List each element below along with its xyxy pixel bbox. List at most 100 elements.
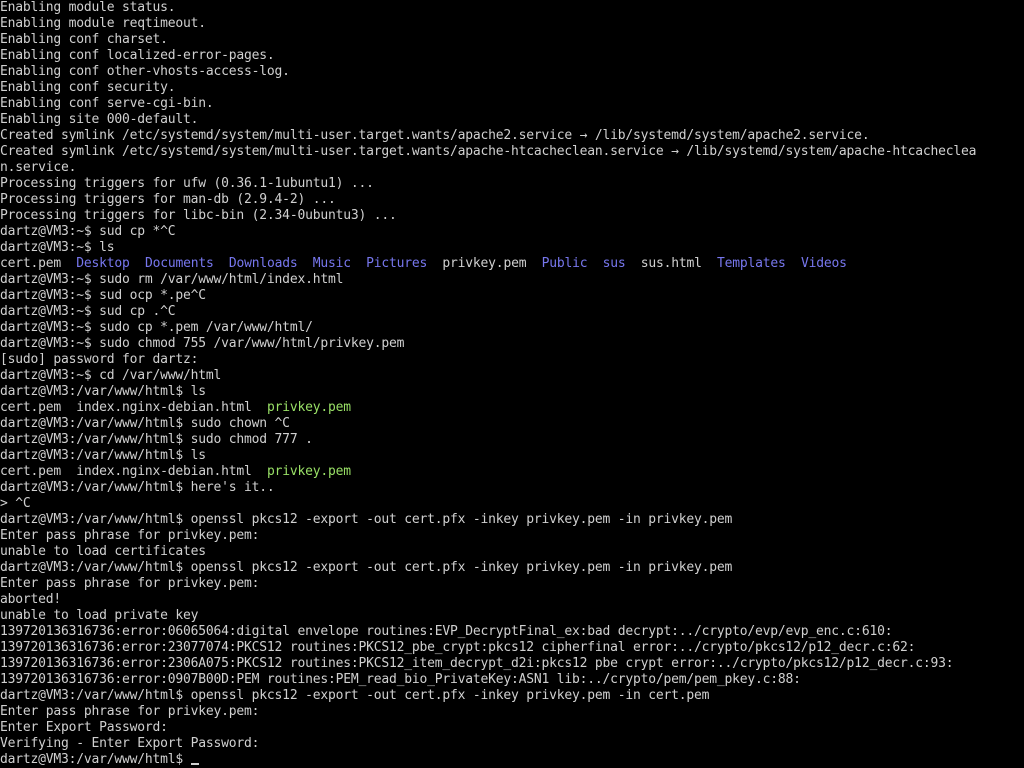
terminal-line: dartz@VM3:/var/www/html$ (0, 752, 1024, 768)
terminal-line: dartz@VM3:~$ ls (0, 240, 1024, 256)
terminal-line: dartz@VM3:~$ cd /var/www/html (0, 368, 1024, 384)
terminal-text: aborted! (0, 592, 62, 607)
terminal-text: Created symlink /etc/systemd/system/mult… (0, 144, 977, 159)
terminal-text: Enter pass phrase for privkey.pem: (0, 704, 260, 719)
terminal-line: dartz@VM3:~$ sudo chmod 755 /var/www/htm… (0, 336, 1024, 352)
terminal-text: Enter pass phrase for privkey.pem: (0, 528, 260, 543)
terminal-text: dartz@VM3:~$ cd /var/www/html (0, 368, 222, 383)
terminal-line: dartz@VM3:/var/www/html$ ls (0, 448, 1024, 464)
terminal-text: privkey.pem (427, 256, 542, 271)
terminal-text: dartz@VM3:/var/www/html$ sudo chmod 777 … (0, 432, 313, 447)
terminal-line: dartz@VM3:~$ sud cp .^C (0, 304, 1024, 320)
terminal-line: Enabling module reqtimeout. (0, 16, 1024, 32)
terminal-text: dartz@VM3:/var/www/html$ openssl pkcs12 … (0, 560, 733, 575)
terminal-text: dartz@VM3:/var/www/html$ ls (0, 448, 206, 463)
directory-name: Templates (717, 256, 786, 271)
terminal-line: Processing triggers for libc-bin (2.34-0… (0, 208, 1024, 224)
executable-file-name: privkey.pem (266, 400, 351, 415)
terminal-line: cert.pem index.nginx-debian.html privkey… (0, 464, 1024, 480)
terminal-text: Processing triggers for man-db (2.9.4-2)… (0, 192, 336, 207)
directory-name: Videos (800, 256, 847, 271)
terminal-text: 139720136316736:error:2306A075:PKCS12 ro… (0, 656, 954, 671)
terminal-line: Enter pass phrase for privkey.pem: (0, 528, 1024, 544)
terminal-text: dartz@VM3:~$ sud cp .^C (0, 304, 176, 319)
terminal-line: Enabling conf serve-cgi-bin. (0, 96, 1024, 112)
terminal-text: dartz@VM3:~$ ls (0, 240, 115, 255)
terminal-line: Verifying - Enter Export Password: (0, 736, 1024, 752)
terminal-line: dartz@VM3:~$ sud ocp *.pe^C (0, 288, 1024, 304)
terminal-text: Enabling module reqtimeout. (0, 16, 206, 31)
terminal-text: dartz@VM3:/var/www/html$ sudo chown ^C (0, 416, 290, 431)
terminal-line: dartz@VM3:~$ sud cp *^C (0, 224, 1024, 240)
terminal-line: Enabling conf other-vhosts-access-log. (0, 64, 1024, 80)
terminal-text: Enabling conf other-vhosts-access-log. (0, 64, 290, 79)
terminal-line: 139720136316736:error:2306A075:PKCS12 ro… (0, 656, 1024, 672)
terminal-text: dartz@VM3:~$ sudo chmod 755 /var/www/htm… (0, 336, 405, 351)
terminal-line: Enabling site 000-default. (0, 112, 1024, 128)
terminal-text: dartz@VM3:/var/www/html$ (0, 752, 191, 767)
terminal-line: dartz@VM3:/var/www/html$ here's it.. (0, 480, 1024, 496)
terminal-line: cert.pem Desktop Documents Downloads Mus… (0, 256, 1024, 272)
terminal-line: > ^C (0, 496, 1024, 512)
terminal-text: unable to load certificates (0, 544, 206, 559)
terminal-line: dartz@VM3:~$ sudo cp *.pem /var/www/html… (0, 320, 1024, 336)
terminal-line: Enabling conf security. (0, 80, 1024, 96)
terminal-line: dartz@VM3:/var/www/html$ openssl pkcs12 … (0, 560, 1024, 576)
terminal-text: dartz@VM3:/var/www/html$ ls (0, 384, 206, 399)
terminal-line: dartz@VM3:/var/www/html$ sudo chown ^C (0, 416, 1024, 432)
directory-name: Public (541, 256, 588, 271)
terminal-text: n.service. (0, 160, 77, 175)
directory-name: Music (312, 256, 351, 271)
terminal-text: dartz@VM3:/var/www/html$ here's it.. (0, 480, 275, 495)
terminal-line: unable to load certificates (0, 544, 1024, 560)
terminal-line: unable to load private key (0, 608, 1024, 624)
terminal-text: Enabling conf security. (0, 80, 176, 95)
terminal-line: Created symlink /etc/systemd/system/mult… (0, 128, 1024, 144)
terminal-line: [sudo] password for dartz: (0, 352, 1024, 368)
terminal-line: 139720136316736:error:0907B00D:PEM routi… (0, 672, 1024, 688)
terminal-text: dartz@VM3:/var/www/html$ openssl pkcs12 … (0, 512, 733, 527)
terminal-line: Enter pass phrase for privkey.pem: (0, 704, 1024, 720)
terminal-text: dartz@VM3:~$ sud ocp *.pe^C (0, 288, 206, 303)
terminal-text: Enabling conf localized-error-pages. (0, 48, 275, 63)
terminal-text: Verifying - Enter Export Password: (0, 736, 260, 751)
terminal-line: 139720136316736:error:23077074:PKCS12 ro… (0, 640, 1024, 656)
terminal-text: Enter Export Password: (0, 720, 168, 735)
terminal-line: Enabling module status. (0, 0, 1024, 16)
directory-name: sus (602, 256, 626, 271)
terminal-text: dartz@VM3:~$ sudo rm /var/www/html/index… (0, 272, 344, 287)
directory-name: Documents (144, 256, 214, 271)
terminal-text: dartz@VM3:/var/www/html$ openssl pkcs12 … (0, 688, 710, 703)
terminal-text: Processing triggers for libc-bin (2.34-0… (0, 208, 397, 223)
terminal-line: cert.pem index.nginx-debian.html privkey… (0, 400, 1024, 416)
terminal-line: dartz@VM3:/var/www/html$ ls (0, 384, 1024, 400)
terminal-text: > ^C (0, 496, 31, 511)
terminal-line: dartz@VM3:/var/www/html$ openssl pkcs12 … (0, 512, 1024, 528)
terminal-line: aborted! (0, 592, 1024, 608)
directory-name: Pictures (366, 256, 428, 271)
terminal-line: Enter Export Password: (0, 720, 1024, 736)
executable-file-name: privkey.pem (266, 464, 351, 479)
terminal-text: dartz@VM3:~$ sudo cp *.pem /var/www/html… (0, 320, 313, 335)
terminal-line: Enter pass phrase for privkey.pem: (0, 576, 1024, 592)
terminal-text: Created symlink /etc/systemd/system/mult… (0, 128, 870, 143)
terminal-text: cert.pem index.nginx-debian.html (0, 400, 267, 415)
terminal-line: 139720136316736:error:06065064:digital e… (0, 624, 1024, 640)
terminal-line: dartz@VM3:/var/www/html$ openssl pkcs12 … (0, 688, 1024, 704)
directory-name: Downloads (228, 256, 298, 271)
terminal-text: 139720136316736:error:23077074:PKCS12 ro… (0, 640, 916, 655)
directory-name: Desktop (76, 256, 130, 271)
terminal-text: cert.pem (0, 256, 77, 271)
terminal-window[interactable]: Enabling module status. Enabling module r… (0, 0, 1024, 768)
terminal-line: Processing triggers for ufw (0.36.1-1ubu… (0, 176, 1024, 192)
terminal-line: Enabling conf localized-error-pages. (0, 48, 1024, 64)
terminal-text: dartz@VM3:~$ sud cp *^C (0, 224, 176, 239)
cursor-icon (190, 763, 199, 765)
terminal-text: Enabling conf serve-cgi-bin. (0, 96, 214, 111)
terminal-text: 139720136316736:error:06065064:digital e… (0, 624, 893, 639)
